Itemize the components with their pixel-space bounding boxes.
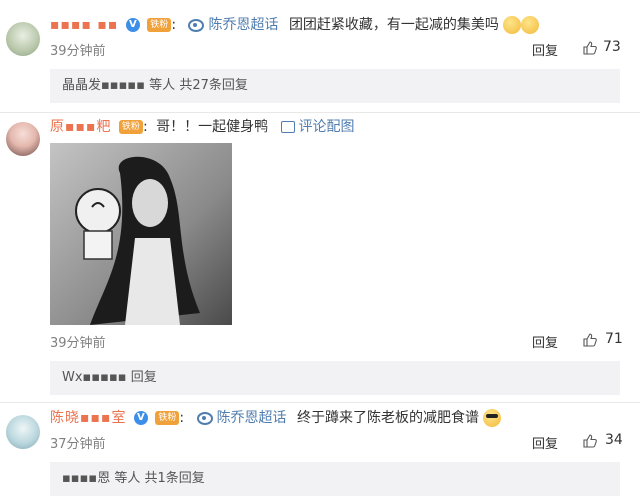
comment-image-link[interactable]: 评论配图 <box>299 119 355 135</box>
divider <box>0 112 640 113</box>
super-topic-icon <box>196 411 213 425</box>
avatar[interactable] <box>6 122 40 156</box>
like-count: 71 <box>605 331 623 347</box>
comment-image[interactable] <box>50 143 232 325</box>
comment-time: 37分钟前 <box>50 437 106 452</box>
comment-time: 39分钟前 <box>50 44 106 59</box>
like-icon[interactable] <box>583 41 597 55</box>
reply-summary[interactable]: 晶晶发▪▪▪▪▪ 等人 共27条回复 <box>50 69 620 103</box>
fan-badge: 铁粉 <box>147 18 172 32</box>
comment-header: ▪▪▪▪ ▪▪ V 铁粉: 陈乔恩超话 团团赶紧收藏，有一起减的集美吗 <box>50 15 540 35</box>
reply-names: 晶晶发▪▪▪▪▪ 等人 <box>62 78 176 93</box>
divider <box>0 402 640 403</box>
super-topic-icon <box>188 18 205 32</box>
image-icon <box>280 121 295 133</box>
topic-link[interactable]: 陈乔恩超话 <box>217 410 287 426</box>
doge-emoji-icon <box>503 16 522 34</box>
reply-count-link[interactable]: 共27条回复 <box>179 78 248 93</box>
like-icon[interactable] <box>583 333 597 347</box>
comment-text: 团团赶紧收藏，有一起减的集美吗 <box>288 17 499 33</box>
comment-header: 陈晓▪▪▪室 V 铁粉: 陈乔恩超话 终于蹲来了陈老板的减肥食谱 <box>50 408 502 428</box>
reply-names: ▪▪▪▪恩 等人 <box>62 471 141 486</box>
comment-time: 39分钟前 <box>50 336 106 351</box>
username-link[interactable]: 原▪▪▪粑 <box>50 119 111 135</box>
username-link[interactable]: ▪▪▪▪ ▪▪ <box>50 17 118 33</box>
fan-badge: 铁粉 <box>155 411 180 425</box>
like-count: 73 <box>603 39 621 55</box>
reply-button[interactable]: 回复 <box>532 332 558 351</box>
comment-text: 哥！！一起健身鸭 <box>156 119 269 135</box>
reply-action-link[interactable]: 回复 <box>131 370 157 385</box>
avatar[interactable] <box>6 415 40 449</box>
reply-button[interactable]: 回复 <box>532 40 558 59</box>
photo-figure <box>50 143 232 325</box>
reply-count-link[interactable]: 共1条回复 <box>145 471 205 486</box>
avatar[interactable] <box>6 22 40 56</box>
verified-badge-icon: V <box>133 411 148 425</box>
grin-emoji-icon <box>521 16 540 34</box>
reply-names: Wx▪▪▪▪▪ <box>62 370 127 385</box>
cool-emoji-icon <box>483 409 502 427</box>
topic-link[interactable]: 陈乔恩超话 <box>208 17 278 33</box>
username-link[interactable]: 陈晓▪▪▪室 <box>50 410 126 426</box>
verified-badge-icon: V <box>125 18 140 32</box>
comment-header: 原▪▪▪粑 铁粉: 哥！！一起健身鸭 评论配图 <box>50 119 355 135</box>
like-icon[interactable] <box>583 434 597 448</box>
like-count: 34 <box>605 432 623 448</box>
fan-badge: 铁粉 <box>118 120 143 134</box>
reply-summary[interactable]: ▪▪▪▪恩 等人 共1条回复 <box>50 462 620 496</box>
comment-text: 终于蹲来了陈老板的减肥食谱 <box>297 410 480 426</box>
reply-button[interactable]: 回复 <box>532 433 558 452</box>
reply-summary[interactable]: Wx▪▪▪▪▪ 回复 <box>50 361 620 395</box>
